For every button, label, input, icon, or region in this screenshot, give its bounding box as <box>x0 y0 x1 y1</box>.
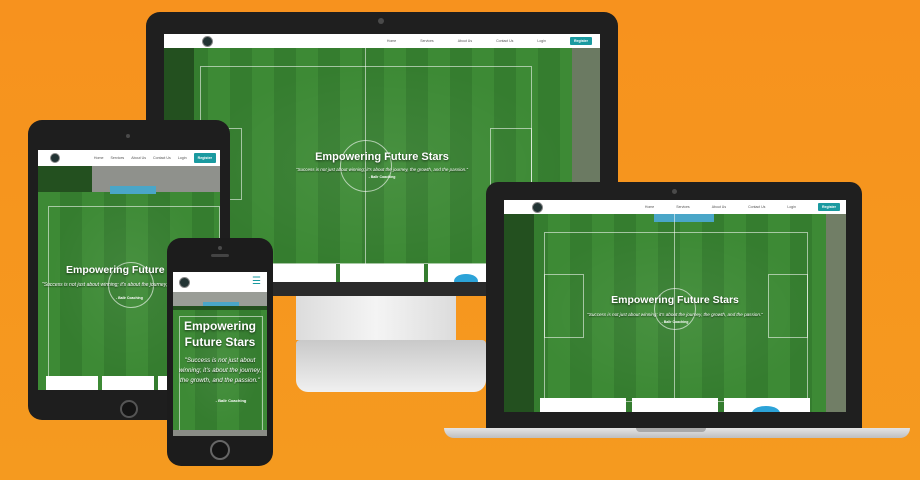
hero-quote: "Success is not just about winning; it's… <box>178 357 262 384</box>
nav-about[interactable]: About Us <box>458 39 472 43</box>
home-button-icon[interactable] <box>120 400 138 418</box>
laptop-notch <box>636 428 706 432</box>
football-field: Empowering Future Stars "Success is not … <box>173 292 267 436</box>
hero-author: - Ballr Coaching <box>661 320 689 324</box>
camera-icon <box>378 18 384 24</box>
speaker <box>211 254 229 257</box>
monitor-stand-base <box>296 340 486 392</box>
navbar: Home Services About Us Contact Us Login … <box>164 34 600 48</box>
logo-icon[interactable] <box>50 153 60 163</box>
football-field: Empowering Future Stars "Success is not … <box>504 214 846 412</box>
info-card[interactable] <box>632 398 718 412</box>
hero-author: - Ballr Coaching <box>215 398 247 403</box>
nav-services[interactable]: Services <box>420 39 433 43</box>
logo-icon[interactable] <box>202 35 213 47</box>
laptop-screen: Empowering Future Stars "Success is not … <box>504 200 846 412</box>
info-card[interactable] <box>540 398 626 412</box>
info-card[interactable] <box>340 264 424 284</box>
navbar: Home Services About Us Contact Us Login … <box>504 200 846 214</box>
logo-icon[interactable] <box>179 276 190 288</box>
nav-login[interactable]: Login <box>537 39 546 43</box>
hero-quote: "Success is not just about winning; it's… <box>587 312 763 317</box>
nav-contact[interactable]: Contact Us <box>496 39 513 43</box>
laptop-device: Empowering Future Stars "Success is not … <box>486 182 862 428</box>
logo-icon[interactable] <box>532 201 543 213</box>
info-card[interactable] <box>724 398 810 412</box>
camera-icon <box>126 134 130 138</box>
hamburger-icon[interactable]: ☰ <box>252 277 261 287</box>
home-button-icon[interactable] <box>210 440 230 460</box>
hero-quote: "Success is not just about winning; it's… <box>295 167 469 172</box>
register-button[interactable]: Register <box>817 203 840 211</box>
nav-services[interactable]: Services <box>110 156 124 160</box>
navbar: Home Services About Us Contact Us Login … <box>38 150 220 166</box>
navbar: ☰ <box>173 272 267 292</box>
register-button[interactable]: Register <box>569 37 592 45</box>
nav-services[interactable]: Services <box>676 205 689 209</box>
phone-device: Empowering Future Stars "Success is not … <box>167 238 273 466</box>
phone-screen: Empowering Future Stars "Success is not … <box>173 272 267 436</box>
nav-home[interactable]: Home <box>387 39 396 43</box>
info-card[interactable] <box>102 376 154 390</box>
hero-title-line2: Future Stars <box>184 335 256 349</box>
nav-about[interactable]: About Us <box>131 156 146 160</box>
info-card[interactable] <box>268 264 336 284</box>
hero-title: Empowering Future Stars <box>611 294 739 306</box>
nav-login[interactable]: Login <box>178 156 187 160</box>
nav-about[interactable]: About Us <box>712 205 726 209</box>
nav-home[interactable]: Home <box>94 156 104 160</box>
camera-icon <box>218 246 222 250</box>
nav-home[interactable]: Home <box>645 205 654 209</box>
info-card[interactable] <box>46 376 98 390</box>
register-button[interactable]: Register <box>193 153 216 163</box>
hero-title-line1: Empowering <box>183 319 256 333</box>
nav-contact[interactable]: Contact Us <box>748 205 765 209</box>
hero-title: Empowering Future Stars <box>173 318 267 350</box>
monitor-stand-neck <box>296 296 456 340</box>
nav-login[interactable]: Login <box>787 205 796 209</box>
camera-icon <box>672 189 677 194</box>
nav-contact[interactable]: Contact Us <box>153 156 171 160</box>
